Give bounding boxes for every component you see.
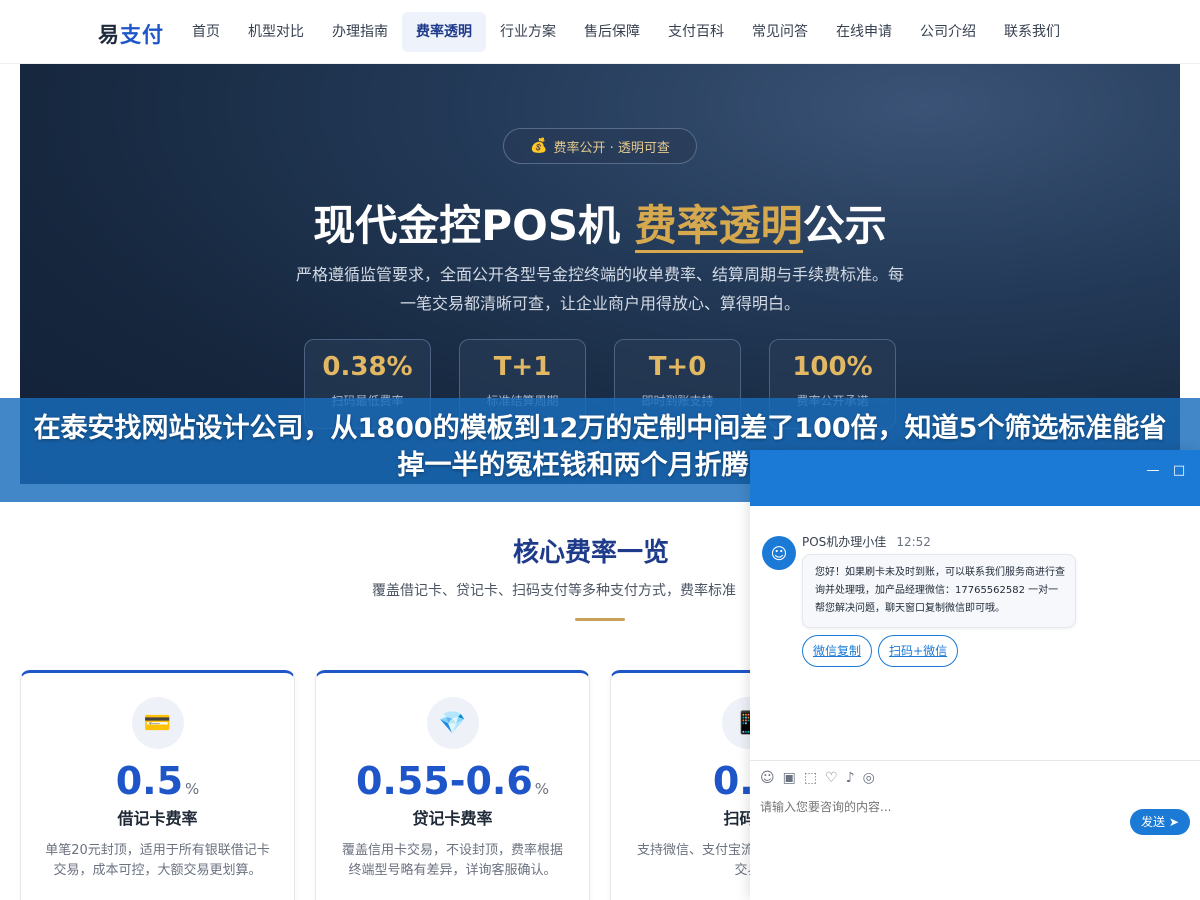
rate-unit: %: [534, 780, 550, 798]
send-label: 发送: [1141, 815, 1166, 829]
hero-badge-text: 费率公开 · 透明可查: [553, 140, 670, 156]
agent-avatar: ☺: [762, 536, 796, 570]
chat-quick-actions: 微信复制 扫码+微信: [802, 635, 959, 667]
evaluate-icon[interactable]: ♡: [825, 770, 838, 786]
rate-value: 0.55-0.6%: [316, 759, 589, 803]
nav-item-about[interactable]: 公司介绍: [906, 12, 990, 52]
nav-item-aftersales[interactable]: 售后保障: [570, 12, 654, 52]
rate-name: 贷记卡费率: [412, 809, 493, 828]
minimize-icon[interactable]: —: [1146, 464, 1160, 478]
hero-title-highlight: 费率透明: [634, 201, 803, 253]
stat-value: T+1: [493, 352, 552, 382]
top-nav: 易支付 首页 机型对比 办理指南 费率透明 行业方案 售后保障 支付百科 常见问…: [0, 0, 1200, 64]
nav-item-rates[interactable]: 费率透明: [402, 12, 486, 52]
agent-name: POS机办理小佳: [802, 535, 887, 549]
rate-name: 借记卡费率: [117, 809, 198, 828]
rate-desc: 单笔20元封顶，适用于所有银联借记卡交易，成本可控，大额交易更划算。: [45, 843, 270, 878]
hero-title-pre: 现代金控POS机: [313, 201, 635, 250]
chat-header: — □: [750, 450, 1200, 506]
send-button[interactable]: 发送 ➤: [1130, 809, 1190, 835]
money-bag-icon: 💰: [530, 138, 548, 154]
maximize-icon[interactable]: □: [1172, 464, 1186, 478]
screenshot-icon[interactable]: ⬚: [804, 770, 817, 786]
stat-value: T+0: [648, 352, 707, 382]
rate-card-debit: 💳 0.5% 借记卡费率 单笔20元封顶，适用于所有银联借记卡交易，成本可控，大…: [20, 670, 295, 900]
hero-badge: 💰 费率公开 · 透明可查: [503, 128, 697, 164]
nav-item-guide[interactable]: 办理指南: [318, 12, 402, 52]
hero-subtitle: 严格遵循监管要求，全面公开各型号金控终端的收单费率、结算周期与手续费标准。每一笔…: [295, 265, 904, 313]
nav-item-industry[interactable]: 行业方案: [486, 12, 570, 52]
scan-wechat-button[interactable]: 扫码+微信: [878, 635, 959, 667]
voice-icon[interactable]: ♪: [846, 770, 855, 786]
stat-value: 0.38%: [322, 352, 413, 382]
nav-menu: 首页 机型对比 办理指南 费率透明 行业方案 售后保障 支付百科 常见问答 在线…: [178, 12, 1074, 52]
rate-desc: 覆盖信用卡交易，不设封顶，费率根据终端型号略有差异，详询客服确认。: [341, 843, 563, 878]
rate-card-credit: 💎 0.55-0.6% 贷记卡费率 覆盖信用卡交易，不设封顶，费率根据终端型号略…: [315, 670, 590, 900]
section-subtitle: 覆盖借记卡、贷记卡、扫码支付等多种支付方式，费率标准: [372, 583, 736, 599]
hero-title: 现代金控POS机 费率透明公示: [20, 192, 1180, 253]
chat-widget: — □ ☺ POS机办理小佳 12:52 您好！如果刷卡未及时到账，可以联系我们服…: [750, 450, 1200, 900]
diamond-icon: 💎: [426, 697, 479, 749]
copy-wechat-button[interactable]: 微信复制: [802, 635, 873, 667]
rate-value: 0.5%: [21, 759, 294, 803]
rate-number: 0.55-0.6: [355, 759, 533, 803]
chat-divider: [750, 760, 1200, 761]
chat-input[interactable]: [760, 800, 1120, 814]
chat-toolbar: ☺ ▣ ⬚ ♡ ♪ ◎: [760, 770, 875, 786]
nav-item-apply[interactable]: 在线申请: [822, 12, 906, 52]
section-title: 核心费率一览: [513, 538, 670, 568]
hero-title-post: 公示: [802, 201, 887, 250]
card-icon: 💳: [131, 697, 184, 749]
logo-text-1: 易: [98, 23, 120, 47]
image-icon[interactable]: ▣: [783, 770, 796, 786]
stat-value: 100%: [792, 352, 873, 382]
chat-message-meta: POS机办理小佳 12:52: [802, 533, 931, 550]
message-time: 12:52: [896, 535, 931, 549]
nav-item-home[interactable]: 首页: [178, 12, 234, 52]
rate-number: 0.5: [115, 759, 184, 803]
section-divider: [575, 618, 625, 621]
emoji-icon[interactable]: ☺: [760, 770, 775, 786]
nav-item-faq[interactable]: 常见问答: [738, 12, 822, 52]
logo-text-2: 支付: [120, 23, 164, 47]
nav-item-contact[interactable]: 联系我们: [990, 12, 1074, 52]
site-logo[interactable]: 易支付: [98, 19, 164, 49]
rate-unit: %: [185, 780, 200, 798]
chat-message-bubble: 您好！如果刷卡未及时到账，可以联系我们服务商进行查询并处理哦，加产品经理微信：1…: [802, 554, 1076, 628]
wechat-icon[interactable]: ◎: [863, 770, 875, 786]
nav-item-wiki[interactable]: 支付百科: [654, 12, 738, 52]
nav-item-compare[interactable]: 机型对比: [234, 12, 318, 52]
